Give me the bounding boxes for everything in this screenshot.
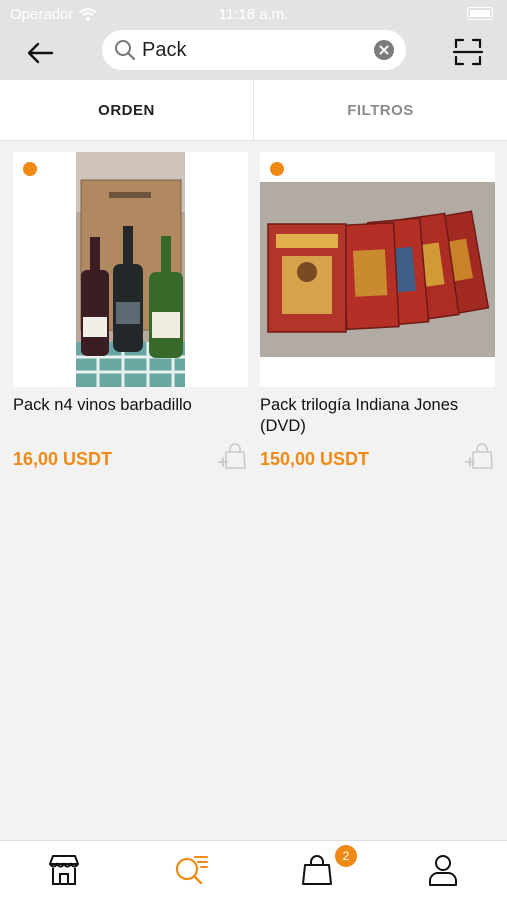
bottom-nav: 2	[0, 840, 507, 901]
clear-search-icon[interactable]	[374, 40, 394, 60]
tab-order[interactable]: ORDEN	[0, 80, 254, 140]
sort-filter-bar: ORDEN FILTROS	[0, 80, 507, 141]
status-dot	[270, 162, 284, 176]
cart-count-badge: 2	[335, 845, 357, 867]
product-title[interactable]: Pack n4 vinos barbadillo	[13, 395, 248, 416]
cart-icon[interactable]	[300, 853, 334, 887]
status-time: 11:18 a.m.	[218, 6, 289, 23]
product-price: 16,00 USDT	[13, 449, 113, 469]
battery-icon	[467, 7, 493, 20]
tab-filters[interactable]: FILTROS	[254, 80, 507, 140]
product-image[interactable]	[13, 152, 248, 387]
search-field[interactable]: Pack	[102, 30, 406, 70]
product-price: 150,00 USDT	[260, 449, 370, 469]
status-dot	[23, 162, 37, 176]
user-profile-icon[interactable]	[426, 853, 460, 887]
scan-icon[interactable]	[452, 36, 484, 68]
add-to-cart-icon[interactable]	[465, 442, 495, 470]
product-image[interactable]	[260, 152, 495, 387]
back-arrow-icon[interactable]	[22, 38, 58, 68]
status-bar: Operador 11:18 a.m.	[0, 0, 507, 28]
search-list-icon[interactable]	[174, 853, 208, 887]
add-to-cart-icon[interactable]	[218, 442, 248, 470]
store-icon[interactable]	[47, 853, 81, 887]
search-query[interactable]: Pack	[142, 39, 186, 62]
product-title[interactable]: Pack trilogía Indiana Jones (DVD)	[260, 395, 495, 437]
dvd-box-set-photo	[260, 152, 495, 387]
search-icon	[115, 40, 136, 61]
wine-bottles-photo	[13, 152, 248, 387]
search-header: Pack	[0, 28, 507, 80]
